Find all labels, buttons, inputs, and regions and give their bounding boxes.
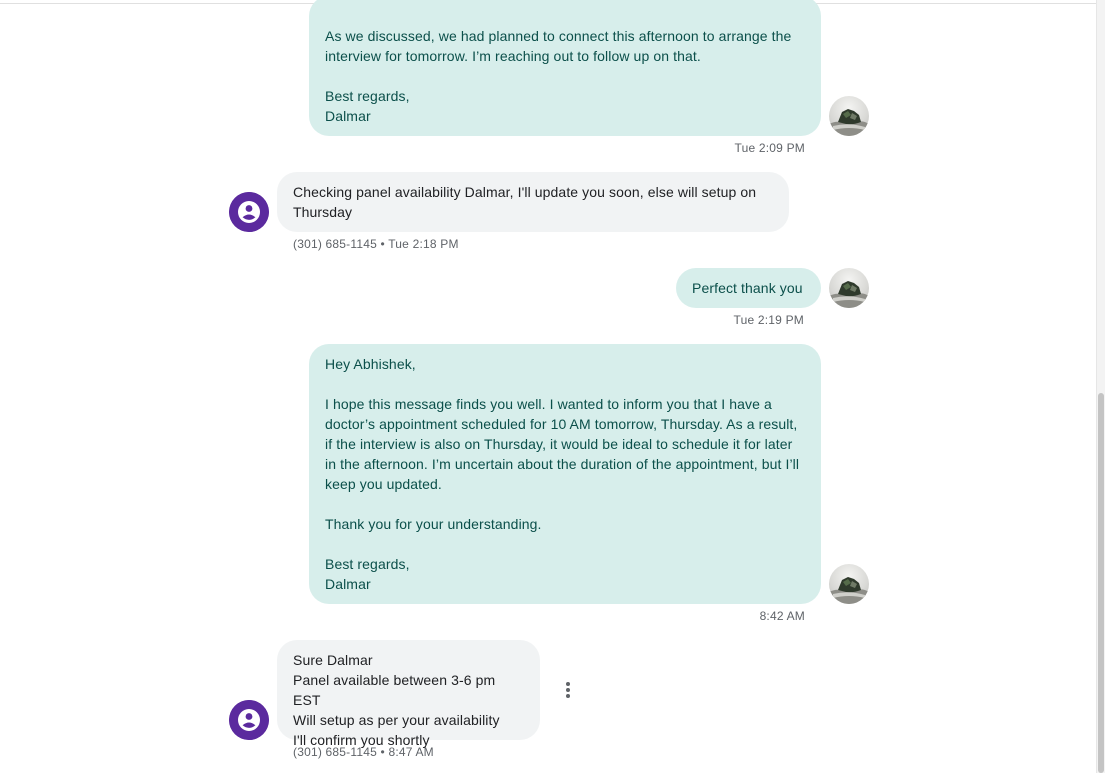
self-avatar	[829, 96, 869, 136]
message-body: I hope this message finds you well. I wa…	[325, 396, 800, 492]
person-icon	[229, 192, 269, 232]
message-sender-timestamp: (301) 685-1145 • Tue 2:18 PM	[293, 237, 459, 251]
message-greeting: Hey Abhishek,	[325, 356, 416, 372]
person-icon	[229, 700, 269, 740]
self-avatar	[829, 564, 869, 604]
message-timestamp: 8:42 AM	[759, 609, 805, 623]
contact-avatar[interactable]	[229, 192, 269, 232]
message-timestamp: Tue 2:09 PM	[734, 141, 805, 155]
scrollbar-thumb[interactable]	[1098, 393, 1104, 773]
message-text: Perfect thank you	[692, 280, 803, 296]
message-more-options-button[interactable]	[556, 678, 580, 702]
message-line: As we discussed, we had planned to conne…	[325, 28, 792, 44]
user-photo-icon	[829, 281, 869, 308]
message-thanks: Thank you for your understanding.	[325, 516, 542, 532]
message-bubble-incoming[interactable]: Checking panel availability Dalmar, I'll…	[277, 172, 789, 232]
message-line: interview for tomorrow. I’m reaching out…	[325, 48, 701, 64]
user-photo-icon	[829, 109, 869, 136]
message-text: Checking panel availability Dalmar, I'll…	[293, 184, 757, 220]
message-bubble-outgoing[interactable]: Perfect thank you	[676, 268, 821, 308]
message-timestamp: Tue 2:19 PM	[733, 313, 804, 327]
message-line: Sure Dalmar	[293, 652, 373, 668]
message-signoff-line: Dalmar	[325, 576, 371, 592]
user-photo-icon	[829, 577, 869, 604]
message-signoff-line: Best regards,	[325, 88, 410, 104]
message-line: Panel available between 3-6 pm EST	[293, 672, 496, 708]
message-signoff-line: Dalmar	[325, 108, 371, 124]
contact-avatar[interactable]	[229, 700, 269, 740]
message-bubble-outgoing[interactable]: As we discussed, we had planned to conne…	[309, 0, 821, 136]
message-bubble-outgoing[interactable]: Hey Abhishek, I hope this message finds …	[309, 344, 821, 604]
more-vert-icon	[566, 682, 570, 698]
message-bubble-incoming[interactable]: Sure Dalmar Panel available between 3-6 …	[277, 640, 540, 748]
message-signoff-line: Best regards,	[325, 556, 410, 572]
self-avatar	[829, 268, 869, 308]
message-sender-timestamp: (301) 685-1145 • 8:47 AM	[293, 745, 434, 759]
message-line: Will setup as per your availability	[293, 712, 500, 728]
scrollbar-track[interactable]	[1096, 0, 1105, 773]
